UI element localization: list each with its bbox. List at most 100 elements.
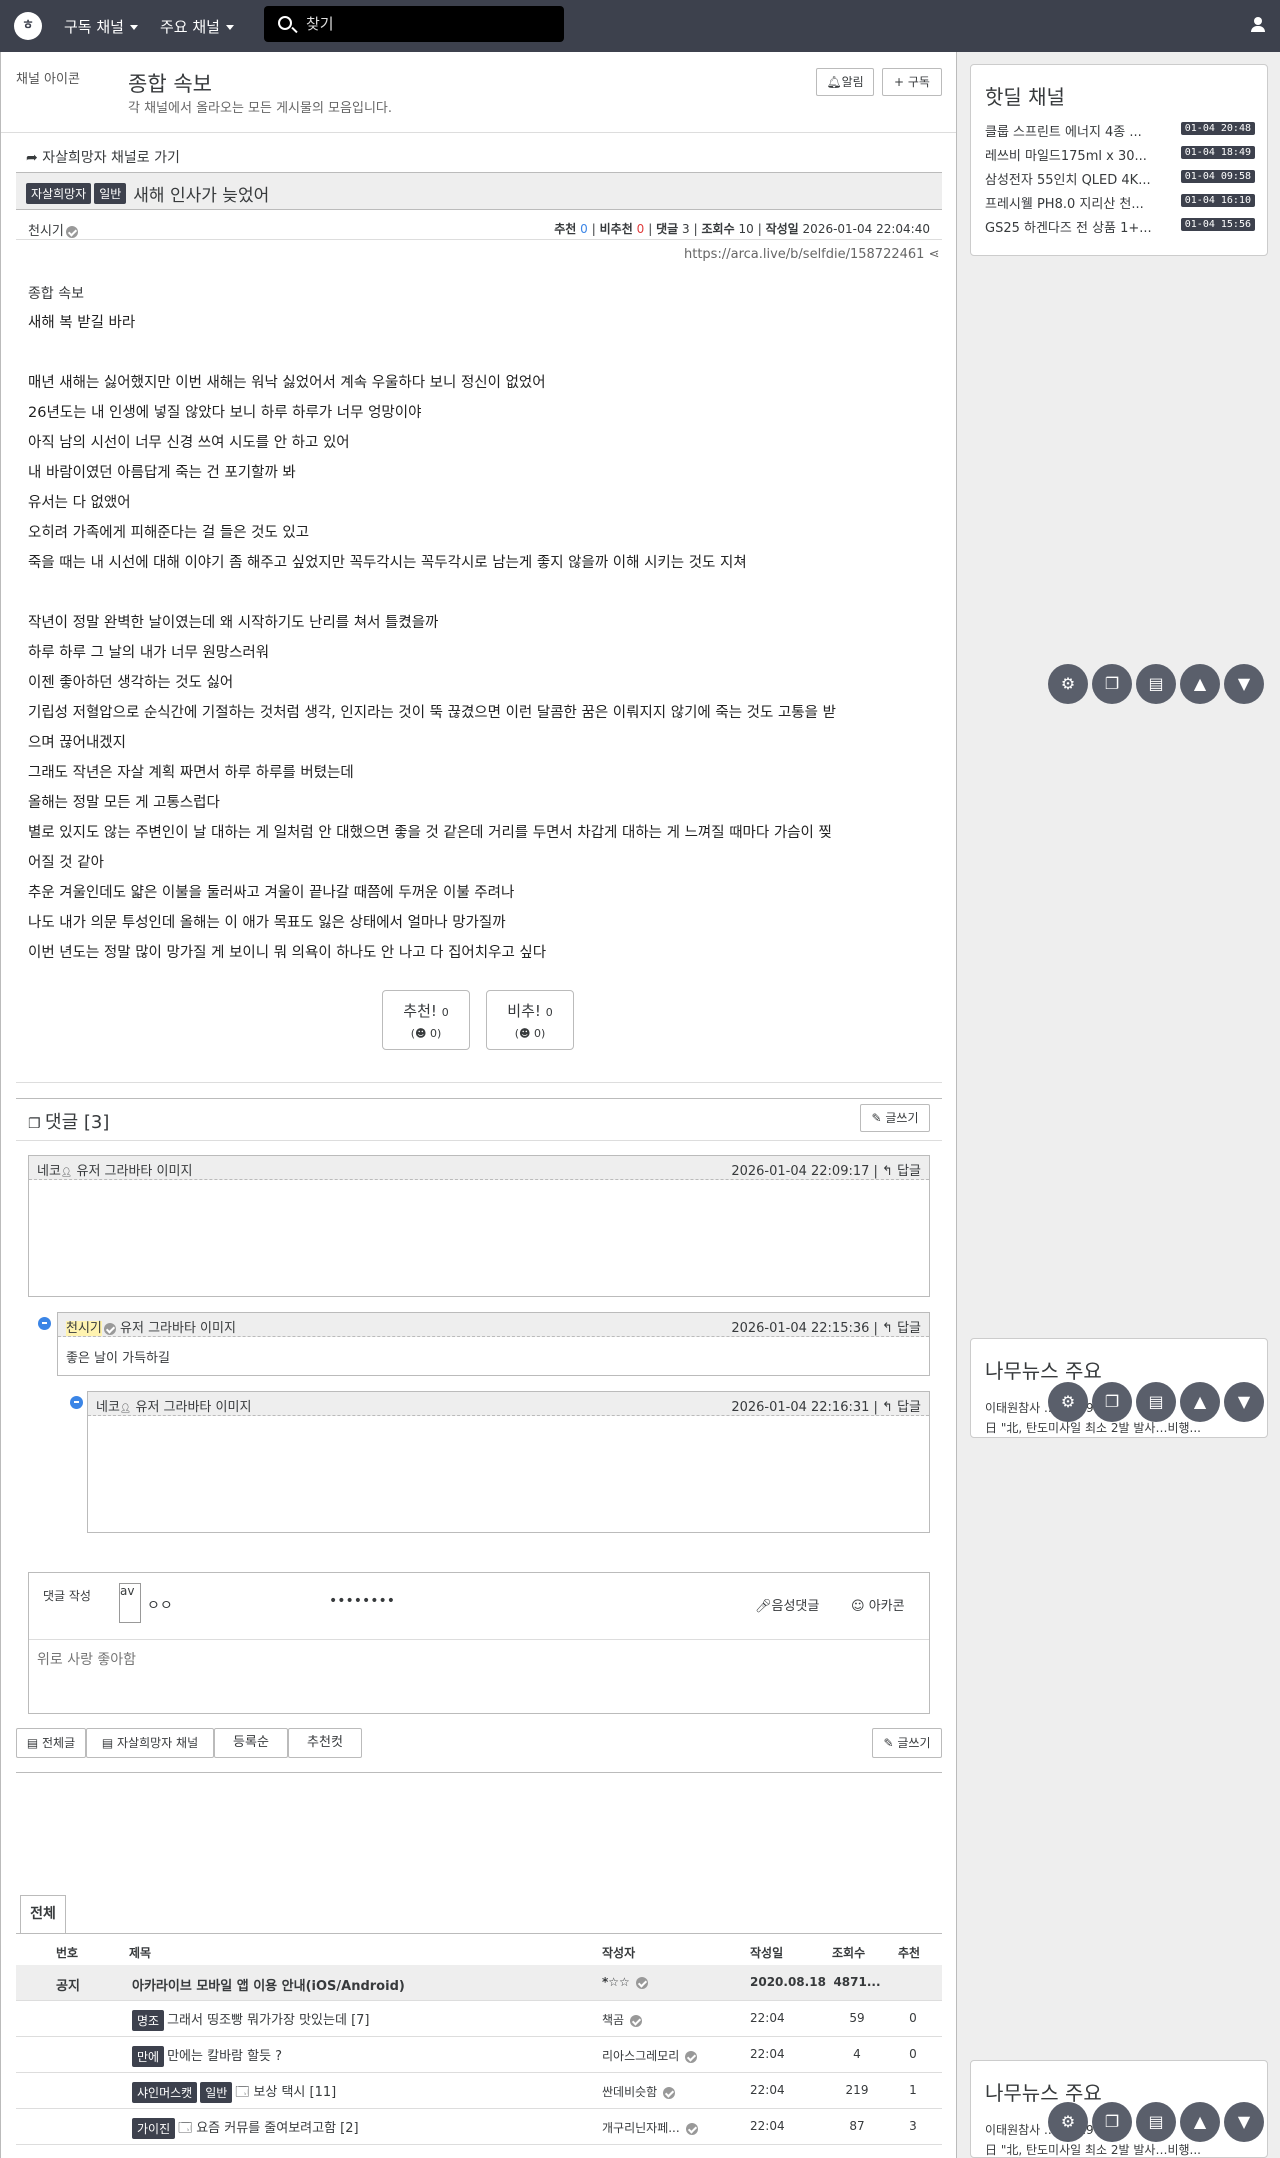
table-row[interactable]: 샤인머스캣 일반 🗔︎ 보상 택시 [11] 싼데비슷함 22:04 219 1 bbox=[16, 2073, 942, 2109]
smile-icon: ☺ bbox=[851, 1599, 869, 1614]
all-posts-button[interactable]: ▤ 전체글 bbox=[16, 1728, 86, 1758]
article-line: 나도 내가 의문 투성인데 올해는 이 애가 목표도 잃은 상태에서 얼마나 망… bbox=[28, 915, 506, 931]
row-date: 2020.08.18 bbox=[750, 1975, 826, 1989]
category-badge: 샤인머스캣 bbox=[132, 2082, 198, 2103]
vote-up-label: 추천! bbox=[403, 1002, 437, 1020]
gear-button[interactable]: ⚙ bbox=[1048, 664, 1088, 704]
board-title[interactable]: 종합 속보 bbox=[128, 68, 212, 98]
alarm-button[interactable]: 🔔︎알림 bbox=[816, 68, 874, 96]
comment-author[interactable]: 천시기 유저 그라바타 이미지 bbox=[66, 1317, 236, 1336]
table-row[interactable]: 만에 만에는 칼바람 할듯 ? 리아스그레모리 22:04 4 0 bbox=[16, 2037, 942, 2073]
comment-author[interactable]: 네코👤︎ 유저 그라바타 이미지 bbox=[96, 1396, 251, 1415]
goto-channel-link[interactable]: ➦ 자살희망자 채널로 가기 bbox=[26, 147, 180, 167]
notice-row[interactable]: 공지 아카라이브 모바일 앱 이용 안내(iOS/Android) *☆☆ 2020… bbox=[16, 1965, 942, 2001]
hotdeal-item[interactable]: 삼성전자 55인치 QLED 4K... 01-04 09:58 bbox=[985, 169, 1255, 188]
row-author[interactable]: 책곰 bbox=[602, 2011, 642, 2028]
reply-button[interactable]: ↰ 답글 bbox=[882, 1321, 921, 1336]
comment-write-button[interactable]: ✎ 글쓰기 bbox=[860, 1104, 930, 1132]
hotdeal-item[interactable]: 프레시웰 PH8.0 지리산 천... 01-04 16:10 bbox=[985, 193, 1255, 212]
hotdeal-item[interactable]: 레쓰비 마일드175ml x 30... 01-04 18:49 bbox=[985, 145, 1255, 164]
main-label: 주요 채널 bbox=[160, 18, 220, 36]
col-date: 작성일 bbox=[750, 1946, 784, 1960]
comment-text: 좋은 날이 가득하길 bbox=[66, 1351, 170, 1366]
user-icon[interactable] bbox=[1250, 17, 1266, 33]
comments-button[interactable]: ❐ bbox=[1092, 2102, 1132, 2142]
edit-icon: ✎ bbox=[883, 1736, 898, 1750]
gear-button[interactable]: ⚙ bbox=[1048, 1382, 1088, 1422]
article-line: 26년도는 내 인생에 넣질 않았다 보니 하루 하루가 너무 엉망이야 bbox=[28, 405, 422, 421]
comment-label: 댓글 bbox=[656, 222, 679, 236]
channel-button[interactable]: ▤ 자살희망자 채널 bbox=[86, 1728, 214, 1758]
row-title: 아카라이브 모바일 앱 이용 안내(iOS/Android) bbox=[132, 1979, 405, 1994]
row-author[interactable]: 리아스그레모리 bbox=[602, 2047, 698, 2064]
row-up: 1 bbox=[909, 2083, 917, 2097]
hotdeal-name: 레쓰비 마일드175ml x 30... bbox=[985, 149, 1147, 164]
channel-badge[interactable]: 자살희망자 bbox=[26, 183, 92, 204]
hotdeal-time: 01-04 16:10 bbox=[1180, 194, 1255, 207]
article-image: 종합 속보 bbox=[28, 286, 84, 302]
sort-register-button[interactable]: 등록순 bbox=[214, 1728, 288, 1758]
arrow-up-button[interactable]: ▲ bbox=[1180, 664, 1220, 704]
sort-best-button[interactable]: 추천컷 bbox=[288, 1728, 362, 1758]
comment-write-box: 댓글 작성 av ㅇㅇ •••••••• 🎤︎음성댓글 ☺ 아카콘 bbox=[28, 1572, 930, 1714]
voice-comment-button[interactable]: 🎤︎음성댓글 bbox=[755, 1595, 819, 1614]
hotdeal-name: GS25 하겐다즈 전 상품 1+... bbox=[985, 221, 1152, 236]
subscribed-channels-menu[interactable]: 구독 채널 bbox=[64, 16, 138, 37]
reply-button[interactable]: ↰ 답글 bbox=[882, 1400, 921, 1415]
comments-button[interactable]: ❐ bbox=[1092, 1382, 1132, 1422]
comment-item: 천시기 유저 그라바타 이미지 2026-01-04 22:15:36 | ↰ … bbox=[57, 1312, 930, 1376]
row-date: 22:04 bbox=[750, 2047, 785, 2061]
divider bbox=[16, 1082, 942, 1083]
arrow-up-button[interactable]: ▲ bbox=[1180, 2102, 1220, 2142]
search-input[interactable] bbox=[306, 12, 556, 36]
vote-down-button[interactable]: 비추! 0 (☻ 0) bbox=[486, 990, 574, 1050]
comment-textarea[interactable] bbox=[37, 1649, 917, 1705]
row-author[interactable]: 개구리닌자페... bbox=[602, 2119, 698, 2136]
reply-button[interactable]: ↰ 답글 bbox=[882, 1164, 921, 1179]
col-no: 번호 bbox=[56, 1946, 79, 1960]
article-date: 2026-01-04 22:04:40 bbox=[802, 222, 930, 236]
news-item[interactable]: 日 "北, 탄도미사일 최소 2발 발사…비행... bbox=[985, 2141, 1255, 2158]
site-logo[interactable]: ㅎ bbox=[14, 12, 42, 40]
comments-button[interactable]: ❐ bbox=[1092, 664, 1132, 704]
board-write-button[interactable]: ✎ 글쓰기 bbox=[872, 1728, 942, 1758]
password-field[interactable]: •••••••• bbox=[329, 1593, 395, 1609]
news-title[interactable]: 나무뉴스 주요 bbox=[985, 2077, 1102, 2106]
article-line: 그래도 작년은 자살 계획 짜면서 하루 하루를 버텼는데 bbox=[28, 765, 354, 781]
vote-down-count: 0 bbox=[545, 1006, 553, 1019]
article-url[interactable]: https://arca.live/b/selfdie/158722461 ⋖ bbox=[684, 247, 939, 262]
comment-author[interactable]: 네코👤︎ 유저 그라바타 이미지 bbox=[37, 1160, 192, 1179]
bell-icon: 🔔︎ bbox=[826, 75, 842, 89]
news-title[interactable]: 나무뉴스 주요 bbox=[985, 1355, 1102, 1384]
main-channels-menu[interactable]: 주요 채널 bbox=[160, 16, 234, 37]
arrow-down-button[interactable]: ▼ bbox=[1224, 2102, 1264, 2142]
arrow-down-button[interactable]: ▼ bbox=[1224, 664, 1264, 704]
hotdeal-name: 클룹 스프린트 에너지 4종 ... bbox=[985, 125, 1142, 140]
arrow-down-button[interactable]: ▼ bbox=[1224, 1382, 1264, 1422]
hotdeal-title[interactable]: 핫딜 채널 bbox=[985, 81, 1065, 110]
tab-all[interactable]: 전체 bbox=[20, 1895, 66, 1933]
category-badge[interactable]: 일반 bbox=[94, 183, 127, 204]
row-author[interactable]: 싼데비슷함 bbox=[602, 2083, 676, 2100]
row-no: 공지 bbox=[56, 1979, 80, 1994]
row-author[interactable]: *☆☆ bbox=[602, 1975, 648, 1989]
news-item[interactable]: 日 "北, 탄도미사일 최소 2발 발사…비행... bbox=[985, 1419, 1255, 1436]
gear-button[interactable]: ⚙ bbox=[1048, 2102, 1088, 2142]
table-row[interactable]: 가이진 🗔︎ 요즘 커뮤를 줄여보려고함 [2] 개구리닌자페... 22:04 87 3 bbox=[16, 2109, 942, 2145]
vote-up-button[interactable]: 추천! 0 (☻ 0) bbox=[382, 990, 470, 1050]
nickname-field[interactable]: ㅇㅇ bbox=[147, 1595, 173, 1615]
hotdeal-item[interactable]: 클룹 스프린트 에너지 4종 ... 01-04 20:48 bbox=[985, 121, 1255, 140]
subscribe-button[interactable]: + 구독 bbox=[882, 68, 942, 96]
list-button[interactable]: ▤ bbox=[1136, 664, 1176, 704]
table-row[interactable]: 명조 그래서 띵조빵 뭐가가장 맛있는데 [7] 책곰 22:04 59 0 bbox=[16, 2001, 942, 2037]
arrow-up-button[interactable]: ▲ bbox=[1180, 1382, 1220, 1422]
hotdeal-item[interactable]: GS25 하겐다즈 전 상품 1+... 01-04 15:56 bbox=[985, 217, 1255, 236]
list-button[interactable]: ▤ bbox=[1136, 2102, 1176, 2142]
list-button[interactable]: ▤ bbox=[1136, 1382, 1176, 1422]
arcacon-button[interactable]: ☺ 아카콘 bbox=[851, 1595, 905, 1614]
all-label: 전체글 bbox=[42, 1736, 76, 1750]
divider bbox=[16, 1772, 942, 1773]
search-icon[interactable] bbox=[278, 16, 292, 30]
person-icon: 👤︎ bbox=[60, 1168, 73, 1178]
article-author[interactable]: 천시기 bbox=[28, 220, 78, 239]
